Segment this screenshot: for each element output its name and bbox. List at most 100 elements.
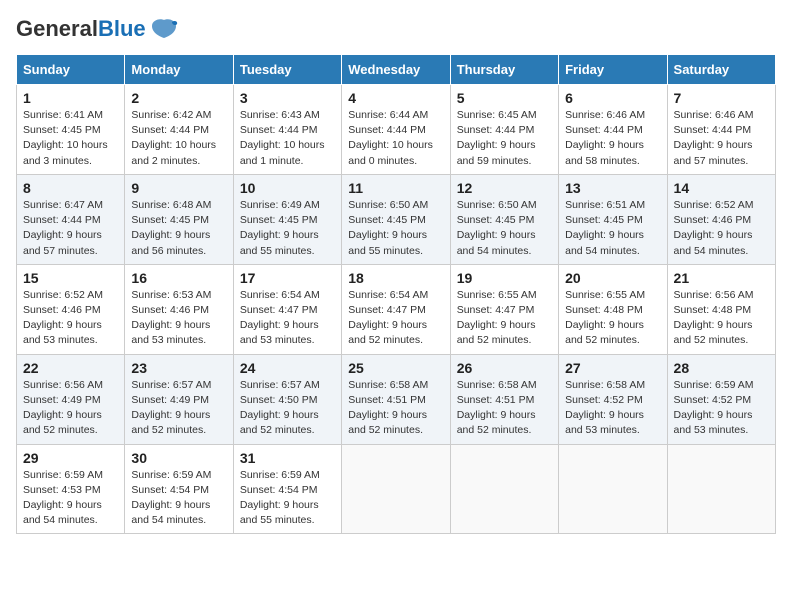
calendar-day-cell: 24Sunrise: 6:57 AM Sunset: 4:50 PM Dayli… <box>233 354 341 444</box>
day-info: Sunrise: 6:55 AM Sunset: 4:47 PM Dayligh… <box>457 288 552 349</box>
calendar-day-cell: 14 Sunrise: 6:52 AM Sunset: 4:46 PM Dayli… <box>667 174 775 264</box>
calendar-day-cell: 25 Sunrise: 6:58 AM Sunset: 4:51 PM Dayli… <box>342 354 450 444</box>
logo: GeneralBlue <box>16 16 178 42</box>
day-info: Sunrise: 6:52 AM Sunset: 4:46 PM Dayligh… <box>23 288 118 349</box>
day-info: Sunrise: 6:57 AM Sunset: 4:49 PM Dayligh… <box>131 378 226 439</box>
day-number: 10 <box>240 180 335 196</box>
calendar-day-cell: 17 Sunrise: 6:54 AM Sunset: 4:47 PM Dayli… <box>233 264 341 354</box>
day-info: Sunrise: 6:49 AM Sunset: 4:45 PM Dayligh… <box>240 198 335 259</box>
day-info: Sunrise: 6:56 AM Sunset: 4:49 PM Dayligh… <box>23 378 118 439</box>
weekday-header: Friday <box>559 55 667 85</box>
calendar-day-cell: 11 Sunrise: 6:50 AM Sunset: 4:45 PM Dayli… <box>342 174 450 264</box>
calendar-day-cell: 29Sunrise: 6:59 AM Sunset: 4:53 PM Dayli… <box>17 444 125 534</box>
day-number: 30 <box>131 450 226 466</box>
calendar-day-cell: 12 Sunrise: 6:50 AM Sunset: 4:45 PM Dayli… <box>450 174 558 264</box>
weekday-header: Sunday <box>17 55 125 85</box>
calendar-day-cell <box>559 444 667 534</box>
logo-bird-icon <box>150 18 178 40</box>
day-number: 31 <box>240 450 335 466</box>
calendar-day-cell: 6 Sunrise: 6:46 AM Sunset: 4:44 PM Daylig… <box>559 85 667 175</box>
day-info: Sunrise: 6:48 AM Sunset: 4:45 PM Dayligh… <box>131 198 226 259</box>
calendar-day-cell <box>342 444 450 534</box>
day-info: Sunrise: 6:59 AM Sunset: 4:54 PM Dayligh… <box>131 468 226 529</box>
calendar-day-cell: 22 Sunrise: 6:56 AM Sunset: 4:49 PM Dayli… <box>17 354 125 444</box>
day-info: Sunrise: 6:47 AM Sunset: 4:44 PM Dayligh… <box>23 198 118 259</box>
calendar-day-cell: 18 Sunrise: 6:54 AM Sunset: 4:47 PM Dayli… <box>342 264 450 354</box>
calendar-week-row: 1 Sunrise: 6:41 AM Sunset: 4:45 PM Daylig… <box>17 85 776 175</box>
day-info: Sunrise: 6:55 AM Sunset: 4:48 PM Dayligh… <box>565 288 660 349</box>
header: GeneralBlue <box>16 16 776 42</box>
day-number: 20 <box>565 270 660 286</box>
day-number: 19 <box>457 270 552 286</box>
calendar-day-cell: 4Sunrise: 6:44 AM Sunset: 4:44 PM Daylig… <box>342 85 450 175</box>
day-number: 5 <box>457 90 552 106</box>
day-info: Sunrise: 6:54 AM Sunset: 4:47 PM Dayligh… <box>240 288 335 349</box>
day-number: 28 <box>674 360 769 376</box>
day-number: 14 <box>674 180 769 196</box>
day-info: Sunrise: 6:59 AM Sunset: 4:54 PM Dayligh… <box>240 468 335 529</box>
day-number: 3 <box>240 90 335 106</box>
calendar-day-cell: 16Sunrise: 6:53 AM Sunset: 4:46 PM Dayli… <box>125 264 233 354</box>
day-info: Sunrise: 6:50 AM Sunset: 4:45 PM Dayligh… <box>348 198 443 259</box>
day-number: 22 <box>23 360 118 376</box>
calendar-header-row: SundayMondayTuesdayWednesdayThursdayFrid… <box>17 55 776 85</box>
weekday-header: Monday <box>125 55 233 85</box>
calendar-day-cell: 15Sunrise: 6:52 AM Sunset: 4:46 PM Dayli… <box>17 264 125 354</box>
day-number: 17 <box>240 270 335 286</box>
calendar-day-cell: 28 Sunrise: 6:59 AM Sunset: 4:52 PM Dayli… <box>667 354 775 444</box>
day-number: 18 <box>348 270 443 286</box>
day-number: 12 <box>457 180 552 196</box>
day-number: 9 <box>131 180 226 196</box>
day-info: Sunrise: 6:58 AM Sunset: 4:52 PM Dayligh… <box>565 378 660 439</box>
day-info: Sunrise: 6:41 AM Sunset: 4:45 PM Dayligh… <box>23 108 118 169</box>
day-number: 2 <box>131 90 226 106</box>
day-info: Sunrise: 6:54 AM Sunset: 4:47 PM Dayligh… <box>348 288 443 349</box>
day-info: Sunrise: 6:50 AM Sunset: 4:45 PM Dayligh… <box>457 198 552 259</box>
logo-text: GeneralBlue <box>16 16 146 42</box>
day-info: Sunrise: 6:52 AM Sunset: 4:46 PM Dayligh… <box>674 198 769 259</box>
day-number: 24 <box>240 360 335 376</box>
day-info: Sunrise: 6:56 AM Sunset: 4:48 PM Dayligh… <box>674 288 769 349</box>
day-number: 13 <box>565 180 660 196</box>
calendar-day-cell: 7 Sunrise: 6:46 AM Sunset: 4:44 PM Daylig… <box>667 85 775 175</box>
day-info: Sunrise: 6:51 AM Sunset: 4:45 PM Dayligh… <box>565 198 660 259</box>
calendar-week-row: 29Sunrise: 6:59 AM Sunset: 4:53 PM Dayli… <box>17 444 776 534</box>
calendar-day-cell: 10 Sunrise: 6:49 AM Sunset: 4:45 PM Dayli… <box>233 174 341 264</box>
calendar-day-cell: 27 Sunrise: 6:58 AM Sunset: 4:52 PM Dayli… <box>559 354 667 444</box>
calendar-table: SundayMondayTuesdayWednesdayThursdayFrid… <box>16 54 776 534</box>
day-info: Sunrise: 6:42 AM Sunset: 4:44 PM Dayligh… <box>131 108 226 169</box>
day-number: 27 <box>565 360 660 376</box>
day-number: 29 <box>23 450 118 466</box>
calendar-day-cell: 8 Sunrise: 6:47 AM Sunset: 4:44 PM Daylig… <box>17 174 125 264</box>
calendar-day-cell: 26 Sunrise: 6:58 AM Sunset: 4:51 PM Dayli… <box>450 354 558 444</box>
weekday-header: Tuesday <box>233 55 341 85</box>
day-number: 1 <box>23 90 118 106</box>
day-info: Sunrise: 6:46 AM Sunset: 4:44 PM Dayligh… <box>565 108 660 169</box>
day-number: 8 <box>23 180 118 196</box>
calendar-week-row: 15Sunrise: 6:52 AM Sunset: 4:46 PM Dayli… <box>17 264 776 354</box>
day-info: Sunrise: 6:43 AM Sunset: 4:44 PM Dayligh… <box>240 108 335 169</box>
calendar-day-cell: 13 Sunrise: 6:51 AM Sunset: 4:45 PM Dayli… <box>559 174 667 264</box>
day-number: 11 <box>348 180 443 196</box>
day-info: Sunrise: 6:44 AM Sunset: 4:44 PM Dayligh… <box>348 108 443 169</box>
calendar-day-cell: 5Sunrise: 6:45 AM Sunset: 4:44 PM Daylig… <box>450 85 558 175</box>
calendar-day-cell: 31 Sunrise: 6:59 AM Sunset: 4:54 PM Dayli… <box>233 444 341 534</box>
weekday-header: Wednesday <box>342 55 450 85</box>
weekday-header: Saturday <box>667 55 775 85</box>
calendar-day-cell <box>667 444 775 534</box>
day-info: Sunrise: 6:53 AM Sunset: 4:46 PM Dayligh… <box>131 288 226 349</box>
calendar-day-cell: 30 Sunrise: 6:59 AM Sunset: 4:54 PM Dayli… <box>125 444 233 534</box>
calendar-day-cell: 9 Sunrise: 6:48 AM Sunset: 4:45 PM Daylig… <box>125 174 233 264</box>
day-info: Sunrise: 6:58 AM Sunset: 4:51 PM Dayligh… <box>348 378 443 439</box>
day-info: Sunrise: 6:58 AM Sunset: 4:51 PM Dayligh… <box>457 378 552 439</box>
day-info: Sunrise: 6:46 AM Sunset: 4:44 PM Dayligh… <box>674 108 769 169</box>
day-number: 6 <box>565 90 660 106</box>
calendar-week-row: 8 Sunrise: 6:47 AM Sunset: 4:44 PM Daylig… <box>17 174 776 264</box>
weekday-header: Thursday <box>450 55 558 85</box>
day-number: 7 <box>674 90 769 106</box>
calendar-day-cell: 3 Sunrise: 6:43 AM Sunset: 4:44 PM Daylig… <box>233 85 341 175</box>
day-number: 26 <box>457 360 552 376</box>
day-number: 25 <box>348 360 443 376</box>
day-info: Sunrise: 6:59 AM Sunset: 4:52 PM Dayligh… <box>674 378 769 439</box>
calendar-day-cell: 20 Sunrise: 6:55 AM Sunset: 4:48 PM Dayli… <box>559 264 667 354</box>
